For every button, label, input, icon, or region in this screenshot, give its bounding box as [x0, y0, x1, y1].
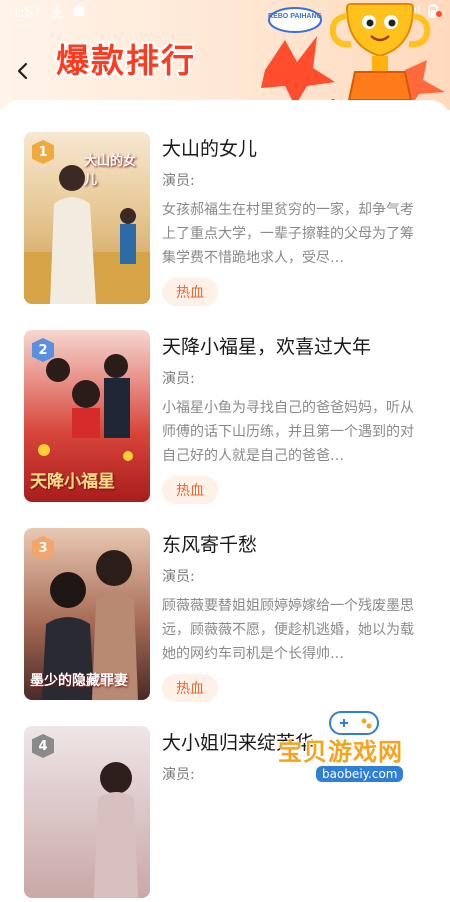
item-actor-label: 演员:: [162, 569, 195, 585]
list-item[interactable]: 2 天降小福星 天降小福星，欢喜过大年 演员: 小福星小鱼为寻找自己的爸爸妈妈，…: [24, 330, 434, 506]
item-title: 天降小福星，欢喜过大年: [162, 336, 372, 358]
item-description: 小福星小鱼为寻找自己的爸爸妈妈，听从师傅的话下山历练，并且第一个遇到的对自己好的…: [162, 400, 414, 464]
poster-caption: 大山的女儿: [84, 154, 137, 188]
item-description: 女孩郝福生在村里贫穷的一家，却争气考上了重点大学，一辈子擦鞋的父母为了筹集学费不…: [162, 202, 414, 266]
trophy-icon: REBO PAIHANG: [261, 3, 445, 106]
item-title: 东风寄千愁: [162, 534, 258, 556]
list-item[interactable]: 3 墨少的隐藏罪妻 东风寄千愁 演员: 顾薇薇要替姐姐顾婷婷嫁给一个残废墨思远，…: [24, 528, 434, 704]
poster-image: 3 墨少的隐藏罪妻: [24, 528, 150, 700]
item-title: 大山的女儿: [162, 138, 258, 160]
header: 1:57 爆款排行 REBO PAIHANG: [0, 0, 450, 110]
notification-icon: [73, 5, 85, 21]
poster-image: 2 天降小福星: [24, 330, 150, 502]
list-item[interactable]: 1 大山的女儿 大山的女儿 演员: 女孩郝福生在村里贫穷的一家，却争气考上了重点…: [24, 132, 434, 308]
chevron-left-icon: [17, 62, 28, 80]
back-button[interactable]: [10, 58, 36, 84]
poster-caption: 墨少的隐藏罪妻: [30, 673, 128, 689]
poster-image: 4: [24, 726, 150, 898]
item-actor-label: 演员:: [162, 371, 195, 387]
item-actor-label: 演员:: [162, 767, 195, 783]
watermark: 宝贝游戏网 baobeiy.com: [272, 704, 450, 800]
genre-tag: 热血: [162, 476, 218, 504]
genre-tag: 热血: [162, 278, 218, 306]
item-actor-label: 演员:: [162, 173, 195, 189]
download-icon: [51, 4, 63, 22]
watermark-url: baobeiy.com: [316, 766, 404, 782]
status-time: 1:57: [12, 5, 42, 21]
poster-caption: 天降小福星: [30, 472, 115, 492]
item-description: 顾薇薇要替姐姐顾婷婷嫁给一个残废墨思远，顾薇薇不愿，便趁机逃婚，她以为载她的网约…: [162, 598, 414, 662]
ranking-list: 1 大山的女儿 大山的女儿 演员: 女孩郝福生在村里贫穷的一家，却争气考上了重点…: [0, 100, 450, 898]
page-title: 爆款排行: [56, 41, 196, 80]
badge-text: REBO PAIHANG: [268, 13, 322, 20]
watermark-text: 宝贝游戏网: [278, 738, 403, 766]
genre-tag: 热血: [162, 674, 218, 702]
poster-image: 1 大山的女儿: [24, 132, 150, 304]
